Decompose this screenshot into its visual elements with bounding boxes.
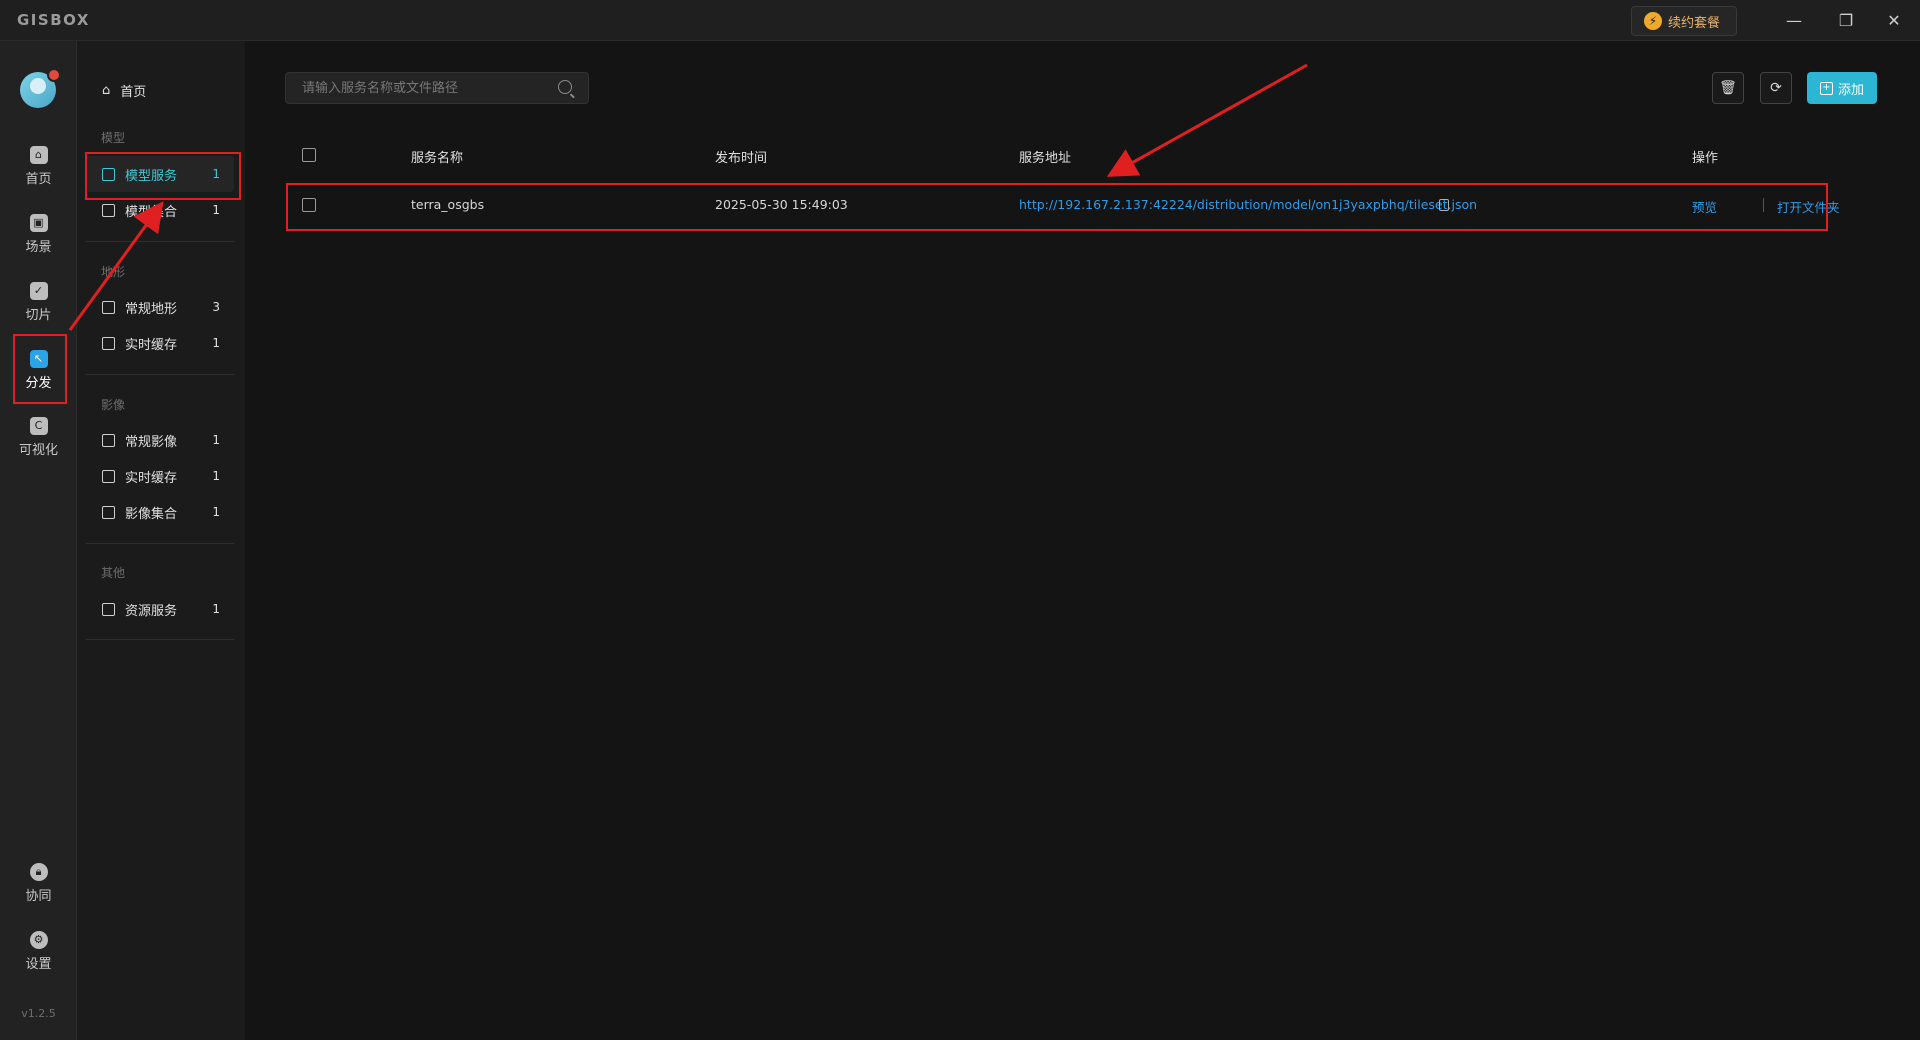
divider (86, 374, 234, 375)
rail-item-label: 可视化 (18, 442, 58, 458)
rail-item-label: 场景 (25, 239, 52, 255)
home-icon: ⌂ (29, 145, 48, 164)
column-header-name: 服务名称 (411, 151, 464, 166)
rail-item-label: 切片 (25, 307, 52, 323)
app-logo: GISBOX (17, 11, 90, 29)
group-label-other: 其他 (101, 566, 126, 580)
restore-button[interactable]: ❐ (1832, 8, 1860, 32)
sidebar-item-label: 常规地形 (125, 301, 178, 317)
count-badge: 1 (212, 469, 220, 483)
resource-icon (102, 602, 115, 616)
chart-icon: C (29, 416, 48, 435)
renew-button[interactable]: ⚡ 续约套餐 (1631, 6, 1737, 36)
check-doc-icon: ✓ (29, 281, 48, 300)
search-icon[interactable] (558, 80, 572, 94)
book-icon (102, 203, 115, 217)
refresh-button[interactable]: ⟳ (1760, 72, 1792, 104)
rail-item-label: 设置 (25, 956, 52, 972)
icon-rail: ⌂ 首页 ▣ 场景 ✓ 切片 ↖ 分发 C 可视化 🔒︎ 协同 ⚙ 设置 v1.… (0, 41, 77, 1040)
group-label-imagery: 影像 (101, 398, 126, 412)
sidebar-item-label: 模型集合 (125, 204, 178, 220)
table-header: 服务名称 发布时间 服务地址 操作 (285, 137, 1875, 173)
minimize-button[interactable]: — (1780, 8, 1808, 32)
renew-label: 续约套餐 (1668, 15, 1721, 31)
refresh-icon: ⟳ (1770, 80, 1782, 96)
divider (86, 639, 234, 640)
title-bar: GISBOX ⚡ 续约套餐 — ❐ ✕ (0, 0, 1920, 41)
divider (86, 543, 234, 544)
sidebar-item-imagery-collection[interactable]: 影像集合 1 (86, 494, 234, 530)
sidebar-item-home[interactable]: ⌂ 首页 (86, 72, 234, 108)
add-button[interactable]: + 添加 (1807, 72, 1877, 104)
lightning-icon: ⚡ (1644, 12, 1662, 30)
rail-item-scene[interactable]: ▣ 场景 (0, 204, 77, 264)
lock-icon: 🔒︎ (29, 862, 48, 881)
sidebar-item-label: 影像集合 (125, 506, 178, 522)
count-badge: 3 (212, 300, 220, 314)
gear-icon: ⚙ (29, 930, 48, 949)
notification-badge (47, 68, 61, 82)
annotation-box-row (286, 183, 1828, 231)
rail-item-visualization[interactable]: C 可视化 (0, 407, 77, 467)
select-all-checkbox[interactable] (302, 148, 316, 162)
rail-item-settings[interactable]: ⚙ 设置 (0, 921, 77, 981)
group-label-model: 模型 (101, 131, 126, 145)
sidebar-item-imagery-cache[interactable]: 实时缓存 1 (86, 458, 234, 494)
sidebar-item-label: 首页 (120, 84, 147, 100)
divider (86, 241, 234, 242)
rail-item-label: 协同 (25, 888, 52, 904)
image-icon (102, 505, 115, 519)
sidebar-item-terrain-cache[interactable]: 实时缓存 1 (86, 325, 234, 361)
trash-icon: 🗑︎ (1719, 80, 1737, 96)
cache-icon (102, 336, 115, 350)
count-badge: 1 (212, 433, 220, 447)
rail-item-home[interactable]: ⌂ 首页 (0, 136, 77, 196)
sidebar-item-regular-imagery[interactable]: 常规影像 1 (86, 422, 234, 458)
sidebar-item-resource-service[interactable]: 资源服务 1 (86, 591, 234, 627)
avatar[interactable] (20, 68, 61, 108)
home-icon: ⌂ (102, 82, 111, 98)
cache-icon (102, 469, 115, 483)
user-icon (30, 78, 46, 94)
rail-item-label: 首页 (25, 171, 52, 187)
sidebar-item-regular-terrain[interactable]: 常规地形 3 (86, 289, 234, 325)
count-badge: 1 (212, 336, 220, 350)
column-header-ops: 操作 (1692, 151, 1719, 166)
sidebar-item-label: 实时缓存 (125, 337, 178, 353)
rail-item-slice[interactable]: ✓ 切片 (0, 272, 77, 332)
sidebar-item-label: 资源服务 (125, 603, 178, 619)
sidebar-item-label: 常规影像 (125, 434, 178, 450)
plus-icon: + (1819, 81, 1833, 95)
terrain-icon (102, 300, 115, 314)
count-badge: 1 (212, 203, 220, 217)
column-header-url: 服务地址 (1019, 151, 1072, 166)
cube-icon: ▣ (29, 213, 48, 232)
count-badge: 1 (212, 602, 220, 616)
group-label-terrain: 地形 (101, 265, 126, 279)
annotation-box-rail (13, 334, 67, 404)
column-header-time: 发布时间 (715, 151, 768, 166)
app-version: v1.2.5 (21, 1007, 56, 1020)
image-icon (102, 433, 115, 447)
annotation-box-sidebar (85, 152, 241, 200)
sidebar-item-label: 实时缓存 (125, 470, 178, 486)
add-button-label: 添加 (1837, 82, 1864, 98)
count-badge: 1 (212, 505, 220, 519)
delete-button[interactable]: 🗑︎ (1712, 72, 1744, 104)
close-button[interactable]: ✕ (1880, 8, 1908, 32)
rail-item-collab[interactable]: 🔒︎ 协同 (0, 853, 77, 913)
search-input[interactable] (285, 72, 589, 104)
